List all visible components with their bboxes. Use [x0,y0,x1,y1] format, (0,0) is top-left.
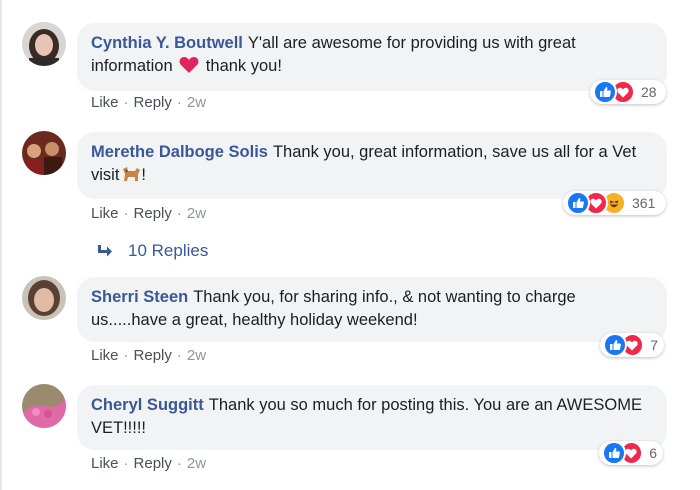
comment-text-end: ! [141,166,147,184]
reply-link[interactable]: Reply [134,94,172,111]
reaction-summary[interactable]: 7 [600,333,664,357]
separator: · [123,94,129,111]
timestamp[interactable]: 2w [187,94,206,111]
like-link[interactable]: Like [91,205,119,222]
reply-link[interactable]: Reply [134,347,172,364]
previous-comment-edge [0,0,700,6]
view-replies-link[interactable]: 10 Replies [96,241,208,261]
like-link[interactable]: Like [91,455,119,472]
replies-count-label[interactable]: 10 Replies [128,241,208,261]
reaction-count: 28 [641,84,657,100]
reaction-summary[interactable]: 361 [563,191,666,215]
reaction-count: 6 [649,445,657,461]
reply-link[interactable]: Reply [134,455,172,472]
separator: · [123,205,129,222]
reaction-summary[interactable]: 28 [590,80,666,104]
like-icon [566,191,590,215]
avatar[interactable] [22,22,66,66]
separator: · [176,94,182,111]
dog-emoji [121,166,141,189]
comment-bubble: Merethe Dalboge Solis Thank you, great in… [77,132,667,199]
comment-author[interactable]: Cynthia Y. Boutwell [91,34,243,52]
timestamp[interactable]: 2w [187,205,206,222]
comment-author[interactable]: Merethe Dalboge Solis [91,143,268,161]
avatar[interactable] [22,131,66,175]
separator: · [176,205,182,222]
timestamp[interactable]: 2w [187,347,206,364]
reply-arrow-icon [98,245,112,257]
reaction-count: 7 [650,337,658,353]
comment-bubble: Cheryl Suggitt Thank you so much for post… [77,385,667,450]
like-icon [593,80,617,104]
comment-text-end: thank you! [201,57,282,75]
heart-emoji [179,56,199,81]
left-border [0,0,2,490]
comment-actions: Like · Reply · 2w [91,94,206,111]
separator: · [123,347,129,364]
comment-author[interactable]: Cheryl Suggitt [91,396,204,414]
comment-actions: Like · Reply · 2w [91,205,206,222]
like-icon [603,333,627,357]
comment-actions: Like · Reply · 2w [91,455,206,472]
like-icon [602,441,626,465]
timestamp[interactable]: 2w [187,455,206,472]
comment-bubble: Cynthia Y. Boutwell Y'all are awesome for… [77,23,667,91]
avatar[interactable] [22,384,66,428]
avatar[interactable] [22,276,66,320]
comment-author[interactable]: Sherri Steen [91,288,188,306]
comment-actions: Like · Reply · 2w [91,347,206,364]
like-link[interactable]: Like [91,94,119,111]
reply-link[interactable]: Reply [134,205,172,222]
reaction-summary[interactable]: 6 [599,441,663,465]
separator: · [176,455,182,472]
like-link[interactable]: Like [91,347,119,364]
separator: · [123,455,129,472]
comment-bubble: Sherri Steen Thank you, for sharing info.… [77,277,667,342]
separator: · [176,347,182,364]
reaction-count: 361 [632,195,656,211]
